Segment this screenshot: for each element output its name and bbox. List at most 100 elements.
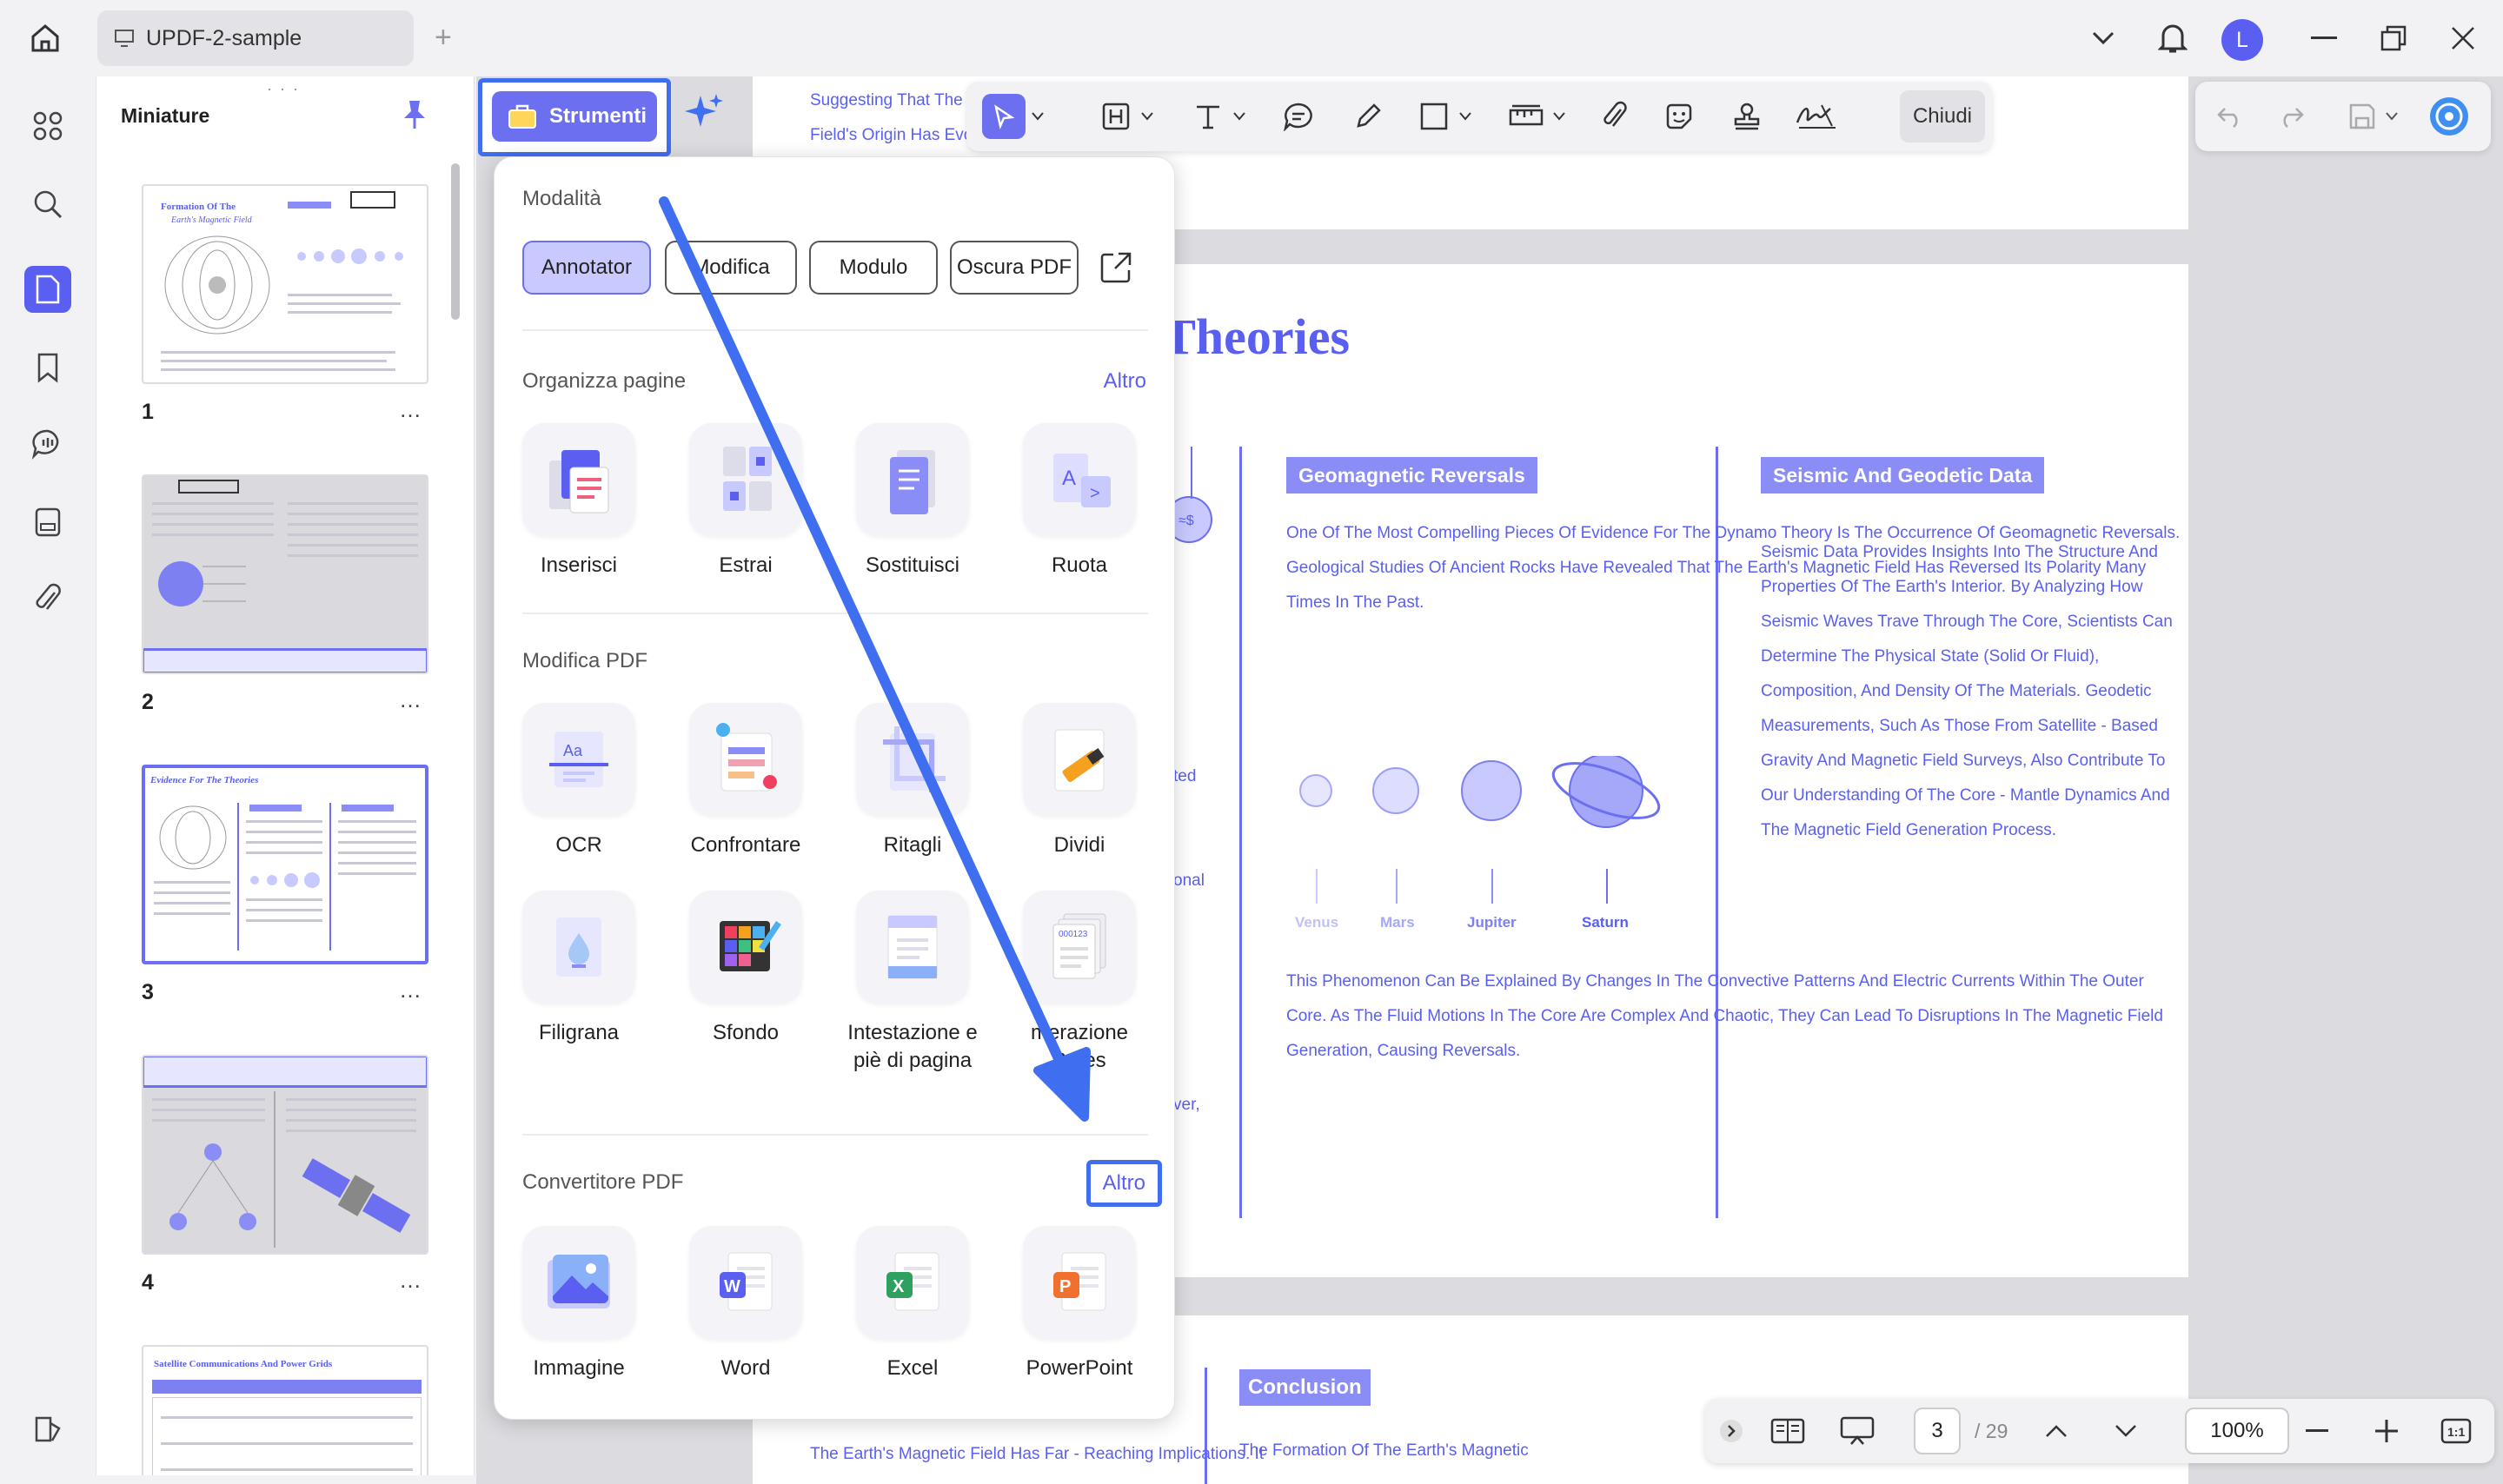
- comments-icon[interactable]: [24, 421, 71, 467]
- page-thumbnail-2[interactable]: [142, 474, 428, 674]
- undo-icon[interactable]: [2211, 94, 2249, 139]
- page-thumbnail-4[interactable]: [142, 1055, 428, 1255]
- tools-label: Strumenti: [549, 104, 647, 128]
- ai-sparkle-icon[interactable]: [676, 83, 734, 141]
- header-footer-icon: [856, 891, 969, 1004]
- tool-crop[interactable]: Ritagli: [839, 703, 986, 859]
- presentation-icon[interactable]: [1836, 1409, 1879, 1453]
- tool-replace[interactable]: Sostituisci: [839, 423, 986, 580]
- ai-assistant-icon[interactable]: [2427, 94, 2472, 139]
- apps-grid-icon[interactable]: [24, 103, 71, 149]
- tool-watermark[interactable]: Filigrana: [505, 891, 653, 1047]
- home-icon[interactable]: [26, 19, 64, 57]
- more-options-icon[interactable]: …: [399, 396, 422, 423]
- chevron-down-icon[interactable]: [2086, 21, 2121, 56]
- tool-header-footer[interactable]: Intestazione e piè di pagina: [839, 891, 986, 1075]
- tool-convert-excel[interactable]: X Excel: [839, 1226, 986, 1382]
- save-icon[interactable]: [2343, 94, 2381, 139]
- thumb-number: 3: [142, 980, 154, 1004]
- bates-numbering-icon: 000123: [1023, 891, 1136, 1004]
- chevron-down-icon[interactable]: [1137, 94, 1158, 139]
- comment-icon[interactable]: [1279, 94, 1318, 139]
- mode-redact-button[interactable]: Oscura PDF: [950, 241, 1079, 295]
- more-options-icon[interactable]: …: [399, 686, 422, 713]
- tool-label: Excel: [886, 1356, 939, 1380]
- tool-insert[interactable]: Inserisci: [505, 423, 653, 580]
- search-icon[interactable]: [24, 181, 71, 228]
- tool-extract[interactable]: Estrai: [672, 423, 820, 580]
- tool-convert-image[interactable]: Immagine: [505, 1226, 653, 1382]
- tool-background[interactable]: Sfondo: [672, 891, 820, 1047]
- page-thumbnail-1[interactable]: Formation Of The Earth's Magnetic Field: [142, 184, 428, 384]
- text-line: Suggesting That The E: [810, 91, 979, 109]
- sticker-icon[interactable]: [1660, 94, 1698, 139]
- highlight-icon[interactable]: [1097, 94, 1135, 139]
- more-options-icon[interactable]: …: [399, 977, 422, 1004]
- converter-more-link[interactable]: Altro: [1086, 1160, 1162, 1207]
- pencil-icon[interactable]: [1349, 94, 1387, 139]
- thumbnails-icon[interactable]: [24, 266, 71, 313]
- next-page-icon[interactable]: [2108, 1409, 2143, 1453]
- chevron-down-icon[interactable]: [1455, 94, 1476, 139]
- tool-label: Confrontare: [690, 833, 801, 857]
- previous-page-icon[interactable]: [2039, 1409, 2074, 1453]
- expand-icon[interactable]: [1716, 1409, 1747, 1453]
- zoom-out-icon[interactable]: [2298, 1409, 2336, 1453]
- tool-bates-numbering[interactable]: 000123 merazione Bates: [1006, 891, 1153, 1075]
- reading-mode-icon[interactable]: [1766, 1409, 1809, 1453]
- tool-convert-word[interactable]: W Word: [672, 1226, 820, 1382]
- tool-convert-powerpoint[interactable]: P PowerPoint: [1006, 1226, 1153, 1382]
- more-options-icon[interactable]: …: [399, 1267, 422, 1294]
- zoom-level-input[interactable]: 100%: [2185, 1408, 2289, 1454]
- chevron-down-icon[interactable]: [2381, 94, 2402, 139]
- mode-form-button[interactable]: Modulo: [809, 241, 938, 295]
- zoom-in-icon[interactable]: [2367, 1409, 2406, 1453]
- organize-more-link[interactable]: Altro: [1104, 369, 1146, 394]
- stamp-icon[interactable]: [1728, 94, 1766, 139]
- tool-compare[interactable]: Confrontare: [672, 703, 820, 859]
- close-annotation-button[interactable]: Chiudi: [1900, 90, 1985, 142]
- tool-ocr[interactable]: Aa OCR: [505, 703, 653, 859]
- page-thumbnail-3[interactable]: Evidence For The Theories: [142, 765, 428, 964]
- page-number-input[interactable]: 3: [1914, 1408, 1961, 1454]
- drag-handle-icon[interactable]: · · ·: [267, 80, 300, 98]
- avatar[interactable]: L: [2221, 19, 2263, 61]
- signature-icon[interactable]: [1794, 94, 1841, 139]
- page-total: / 29: [1975, 1420, 2008, 1442]
- page-thumbnail-5[interactable]: Satellite Communications And Power Grids: [142, 1345, 428, 1475]
- pin-icon[interactable]: [402, 99, 427, 135]
- bookmark-icon[interactable]: [24, 344, 71, 391]
- chevron-down-icon[interactable]: [1549, 94, 1570, 139]
- tools-button[interactable]: Strumenti: [492, 91, 657, 142]
- tool-rotate[interactable]: A > Ruota: [1006, 423, 1153, 580]
- shape-rectangle-icon[interactable]: [1415, 94, 1453, 139]
- actual-size-icon[interactable]: 1:1: [2437, 1409, 2475, 1453]
- planets-row: [297, 248, 403, 264]
- select-pointer-icon[interactable]: [982, 94, 1026, 139]
- document-tab[interactable]: UPDF-2-sample: [97, 10, 414, 66]
- tool-label: Estrai: [719, 553, 773, 577]
- panel-title: Miniature: [121, 104, 210, 127]
- new-tab-icon[interactable]: +: [435, 23, 452, 52]
- layers-icon[interactable]: [24, 1406, 71, 1453]
- scrollbar[interactable]: [451, 163, 460, 320]
- external-link-icon[interactable]: [1099, 251, 1132, 288]
- attachment-icon[interactable]: [24, 575, 71, 622]
- measure-ruler-icon[interactable]: [1505, 94, 1547, 139]
- chevron-down-icon[interactable]: [1229, 94, 1250, 139]
- form-fields-icon[interactable]: [24, 499, 71, 546]
- close-icon[interactable]: [2446, 21, 2480, 56]
- mode-annotator-button[interactable]: Annotator: [522, 241, 651, 295]
- thumb-heading: Evidence For The Theories: [150, 775, 259, 785]
- chevron-down-icon[interactable]: [1027, 94, 1048, 139]
- bell-icon[interactable]: [2155, 21, 2190, 56]
- compare-icon: [689, 703, 802, 816]
- minimize-icon[interactable]: [2307, 21, 2341, 56]
- text-tool-icon[interactable]: [1189, 94, 1227, 139]
- mode-edit-button[interactable]: Modifica: [665, 241, 797, 295]
- redo-icon[interactable]: [2272, 94, 2310, 139]
- restore-icon[interactable]: [2376, 21, 2411, 56]
- attach-file-icon[interactable]: [1596, 94, 1634, 139]
- tool-split[interactable]: Dividi: [1006, 703, 1153, 859]
- planets-diagram: [1299, 756, 1661, 828]
